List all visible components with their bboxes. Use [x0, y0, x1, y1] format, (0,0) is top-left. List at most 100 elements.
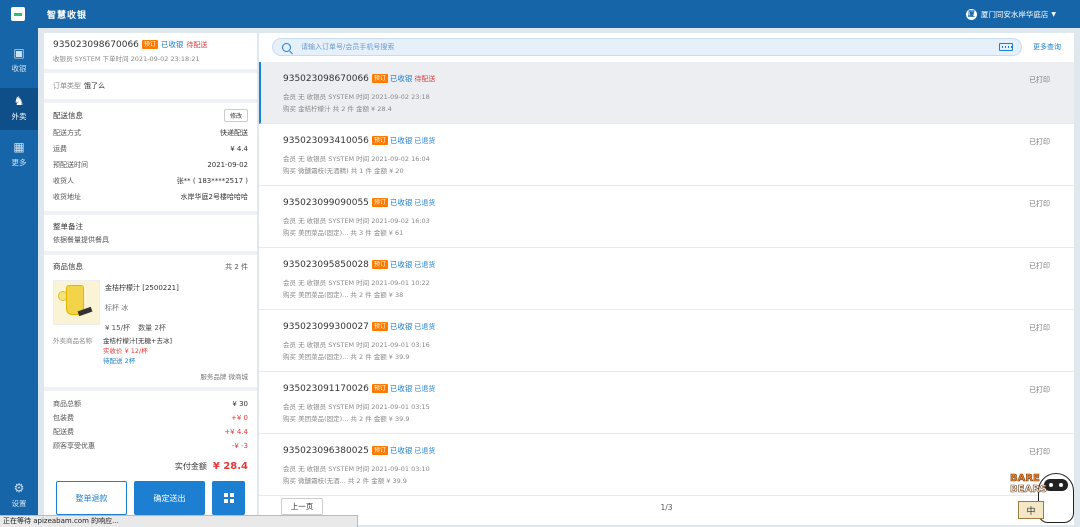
order-list-item[interactable]: 935023096380025 预订 已收银 已退货 会员 无 收银员 SYSTEM 时…: [259, 434, 1074, 496]
mascot-sign: 中: [1018, 501, 1044, 519]
order-meta: 会员 无 收银员 SYSTEM 时间 2021-09-02 16:04: [283, 155, 430, 163]
sidebar-item-more[interactable]: ▦ 更多: [0, 140, 38, 168]
order-list-item[interactable]: 935023099300027 预订 已收银 已退货会员 无 收银员 SYSTEM 时…: [259, 310, 1074, 372]
order-meta: 会员 无 收银员 SYSTEM 时间 2021-09-01 03:10: [283, 465, 430, 473]
delivery-row-key: 收货地址: [53, 193, 81, 201]
delivery-row-value: 快递配送: [220, 129, 248, 137]
edit-delivery-button[interactable]: 修改: [223, 109, 248, 122]
delivery-row-key: 预配送时间: [53, 161, 88, 169]
delivery-row-value: 水岸华庭2号楼哈哈哈: [180, 193, 248, 201]
delivery-row: 配送方式 快递配送: [53, 125, 248, 141]
sidebar-item-takeout[interactable]: ♞ 外卖: [0, 88, 38, 130]
sidebar-item-cashier[interactable]: ▣ 收银: [0, 46, 38, 74]
printed-status: 已打印: [1029, 386, 1050, 394]
remark-text: 依据餐量提供餐具: [53, 236, 109, 244]
grid-icon: ▦: [13, 140, 25, 154]
sidebar-item-label: 外卖: [11, 112, 27, 121]
delivery-row: 运费 ¥ 4.4: [53, 141, 248, 157]
amount-key: 配送费: [53, 428, 74, 436]
sidebar-item-label: 更多: [11, 158, 27, 167]
preorder-badge: 预订: [371, 446, 388, 455]
delivery-row: 收货人 张** ( 183****2517 ): [53, 173, 248, 189]
delivery-row-value: 2021-09-02: [207, 161, 248, 169]
qr-code-button[interactable]: [212, 481, 245, 515]
order-number: 935023099090055: [283, 197, 369, 208]
preorder-badge: 预订: [371, 322, 388, 331]
app-logo-icon: [11, 7, 25, 21]
printed-status: 已打印: [1029, 448, 1050, 456]
mapping-value: 金桔柠檬汁[无糖+去冰]: [103, 337, 173, 345]
order-purchase: 购买 美团菜品(固定)... 共 2 件 金额 ¥ 38: [283, 291, 404, 299]
order-type-label: 订单类型: [53, 82, 81, 90]
store-name: 厦门同安水岸华庭店: [980, 9, 1049, 19]
order-status: 已退货: [414, 322, 436, 331]
delivery-info: 配送信息 修改 配送方式 快递配送 运费 ¥ 4.4 预配送时间 2021-09-02…: [44, 103, 257, 215]
amount-row: 顾客享受优惠 -¥ -3: [53, 439, 248, 453]
preorder-badge: 预订: [371, 136, 388, 145]
gear-icon: ⚙: [13, 481, 25, 495]
delivery-row-key: 配送方式: [53, 129, 81, 137]
amount-key: 顾客享受优惠: [53, 442, 95, 450]
amount-value: +¥ 0: [231, 414, 248, 422]
amount-key: 包装费: [53, 414, 74, 422]
order-purchase: 购买 美团菜品(固定)... 共 2 件 金额 ¥ 39.9: [283, 415, 410, 423]
order-remark: 整单备注 依据餐量提供餐具: [44, 215, 257, 255]
order-meta: 会员 无 收银员 SYSTEM 时间 2021-09-01 03:16: [283, 341, 430, 349]
cashier-status: 已收银: [389, 260, 413, 269]
actual-price: 实收价 ¥ 12/杯: [103, 347, 148, 355]
amount-row: 商品总额 ¥ 30: [53, 397, 248, 411]
mascot-word: BEARS: [1010, 484, 1048, 496]
order-meta: 会员 无 收银员 SYSTEM 时间 2021-09-02 23:18: [283, 93, 430, 101]
goods-info: 商品信息 共 2 件 金桔柠檬汁 [2500221] 标杯 冰 ¥ 15/杯 数…: [44, 255, 257, 391]
confirm-send-button[interactable]: 确定送出: [134, 481, 205, 515]
order-type-value: 饿了么: [84, 82, 105, 90]
order-status: 已退货: [414, 198, 436, 207]
order-list-item[interactable]: 935023093410056 预订 已收银 已退货 会员 无 收银员 SYSTEM 时…: [259, 124, 1074, 186]
order-list-item[interactable]: 935023091170026 预订 已收银 已退货 会员 无 收银员 SYSTEM 时…: [259, 372, 1074, 434]
order-number: 935023099300027: [283, 321, 369, 332]
store-switcher[interactable]: 厦 厦门同安水岸华庭店 ▼: [965, 8, 1056, 20]
preorder-badge: 预订: [371, 198, 388, 207]
chevron-down-icon: ▼: [1051, 10, 1056, 18]
delivery-row-key: 运费: [53, 145, 67, 153]
cashier-status: 已收银: [389, 198, 413, 207]
qr-code-icon: [223, 493, 234, 503]
order-status: 已退货: [414, 384, 436, 393]
delivery-row-key: 收货人: [53, 177, 74, 185]
product-name: 金桔柠檬汁 [2500221]: [105, 284, 179, 292]
amount-value: +¥ 4.4: [224, 428, 248, 436]
refund-button[interactable]: 整单退款: [56, 481, 127, 515]
search-icon[interactable]: [282, 42, 291, 52]
cashier-status: 已收银: [389, 384, 413, 393]
cashier-status: 已收银: [389, 136, 413, 145]
order-list-item[interactable]: 935023095850028 预订 已收银 已退货 会员 无 收银员 SYSTEM 时…: [259, 248, 1074, 310]
order-status: 已退货: [414, 260, 436, 269]
order-list: 935023098670066 预订 已收银 待配送 会员 无 收银员 SYSTEM 时…: [259, 62, 1074, 496]
cashier-icon: ▣: [13, 46, 25, 60]
keyboard-icon[interactable]: [999, 43, 1013, 51]
order-detail-panel: 935023098670066 预订 已收银 待配送 收银员 SYSTEM 下单…: [44, 33, 257, 525]
section-title: 商品信息: [53, 262, 83, 271]
top-bar: 智慧收银 厦 厦门同安水岸华庭店 ▼: [0, 0, 1080, 28]
paid-amount: ¥ 28.4: [212, 461, 248, 472]
cashier-status: 已收银: [389, 322, 413, 331]
order-status: 待配送: [414, 74, 436, 83]
order-list-item[interactable]: 935023099090055 预订 已收银 已退货 会员 无 收银员 SYSTEM 时…: [259, 186, 1074, 248]
amount-value: -¥ -3: [231, 442, 248, 450]
sidebar-item-settings[interactable]: ⚙ 设置: [0, 481, 38, 509]
paid-label: 实付金额: [174, 462, 207, 471]
cashier-status: 已收银: [160, 40, 184, 49]
order-status: 已退货: [414, 446, 436, 455]
order-list-item[interactable]: 935023098670066 预订 已收银 待配送 会员 无 收银员 SYSTEM 时…: [259, 62, 1074, 124]
app-title: 智慧收银: [47, 10, 88, 21]
more-query-link[interactable]: 更多查询: [1033, 42, 1061, 52]
order-number: 935023095850028: [283, 259, 369, 270]
service-brand: 服务品牌 微商城: [200, 373, 248, 381]
cashier-line: 收银员 SYSTEM 下单时间 2021-09-02 23:18:21: [53, 55, 200, 63]
sidebar-item-label: 收银: [11, 64, 27, 73]
order-purchase: 购买 金桔柠檬汁 共 2 件 金额 ¥ 28.4: [283, 105, 392, 113]
delivery-row: 收货地址 水岸华庭2号楼哈哈哈: [53, 189, 248, 205]
order-number: 935023098670066: [53, 39, 139, 50]
search-input[interactable]: [301, 43, 901, 51]
preorder-badge: 预订: [141, 40, 158, 49]
